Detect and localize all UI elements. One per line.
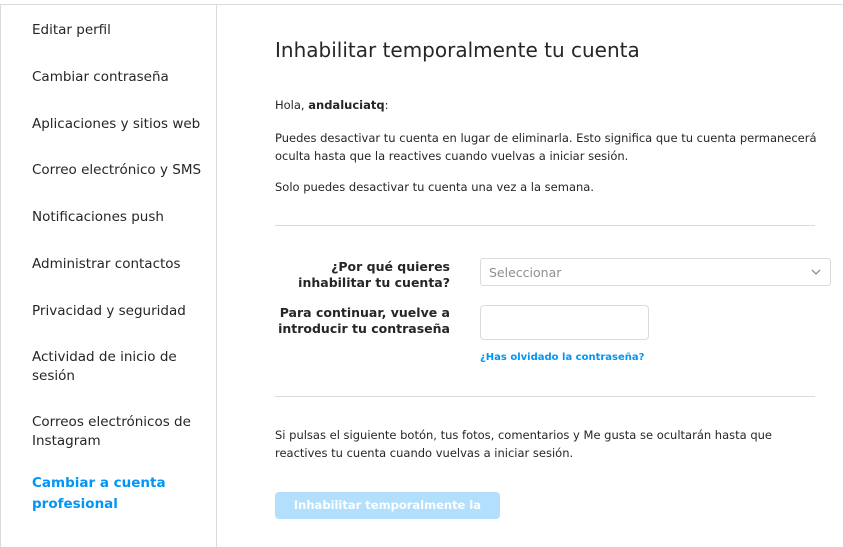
deactivate-warning: Si pulsas el siguiente botón, tus fotos,… [275, 428, 773, 460]
sidebar-item-login-activity[interactable]: Actividad de inicio de sesión [32, 348, 202, 386]
greeting-suffix: : [384, 98, 389, 112]
reason-label: ¿Por qué quieres inhabilitar tu cuenta? [298, 259, 450, 290]
sidebar-item-switch-professional[interactable]: Cambiar a cuenta profesional [32, 473, 202, 515]
deactivate-description: Puedes desactivar tu cuenta en lugar de … [275, 131, 817, 163]
password-input[interactable] [480, 305, 649, 340]
sidebar-item-privacy-security[interactable]: Privacidad y seguridad [32, 302, 202, 321]
sidebar-item-instagram-emails[interactable]: Correos electrónicos de Instagram [32, 413, 202, 451]
divider-bottom [275, 396, 815, 397]
deactivate-account-button[interactable]: Inhabilitar temporalmente la cuenta [275, 492, 500, 539]
page-title: Inhabilitar temporalmente tu cuenta [275, 38, 640, 62]
chevron-down-icon [811, 269, 821, 275]
sidebar-item-edit-profile[interactable]: Editar perfil [32, 21, 202, 40]
reason-select-value: Seleccionar [489, 265, 562, 280]
sidebar-item-apps-websites[interactable]: Aplicaciones y sitios web [32, 115, 202, 134]
sidebar-item-change-password[interactable]: Cambiar contraseña [32, 68, 202, 87]
greeting: Hola, andaluciatq: [275, 96, 820, 114]
username: andaluciatq [308, 98, 385, 112]
reason-select[interactable]: Seleccionar [480, 258, 831, 286]
password-label: Para continuar, vuelve a introducir tu c… [278, 305, 450, 336]
forgot-password-link[interactable]: ¿Has olvidado la contraseña? [480, 352, 644, 363]
greeting-prefix: Hola, [275, 98, 309, 112]
main-content: Inhabilitar temporalmente tu cuenta Hola… [217, 5, 843, 547]
sidebar-item-manage-contacts[interactable]: Administrar contactos [32, 255, 202, 274]
sidebar-item-push-notifications[interactable]: Notificaciones push [32, 208, 202, 227]
settings-panel: Editar perfil Cambiar contraseña Aplicac… [0, 4, 843, 547]
divider-top [275, 225, 815, 226]
weekly-limit-note: Solo puedes desactivar tu cuenta una vez… [275, 180, 594, 194]
settings-sidebar: Editar perfil Cambiar contraseña Aplicac… [1, 5, 217, 547]
sidebar-item-email-sms[interactable]: Correo electrónico y SMS [32, 161, 202, 180]
